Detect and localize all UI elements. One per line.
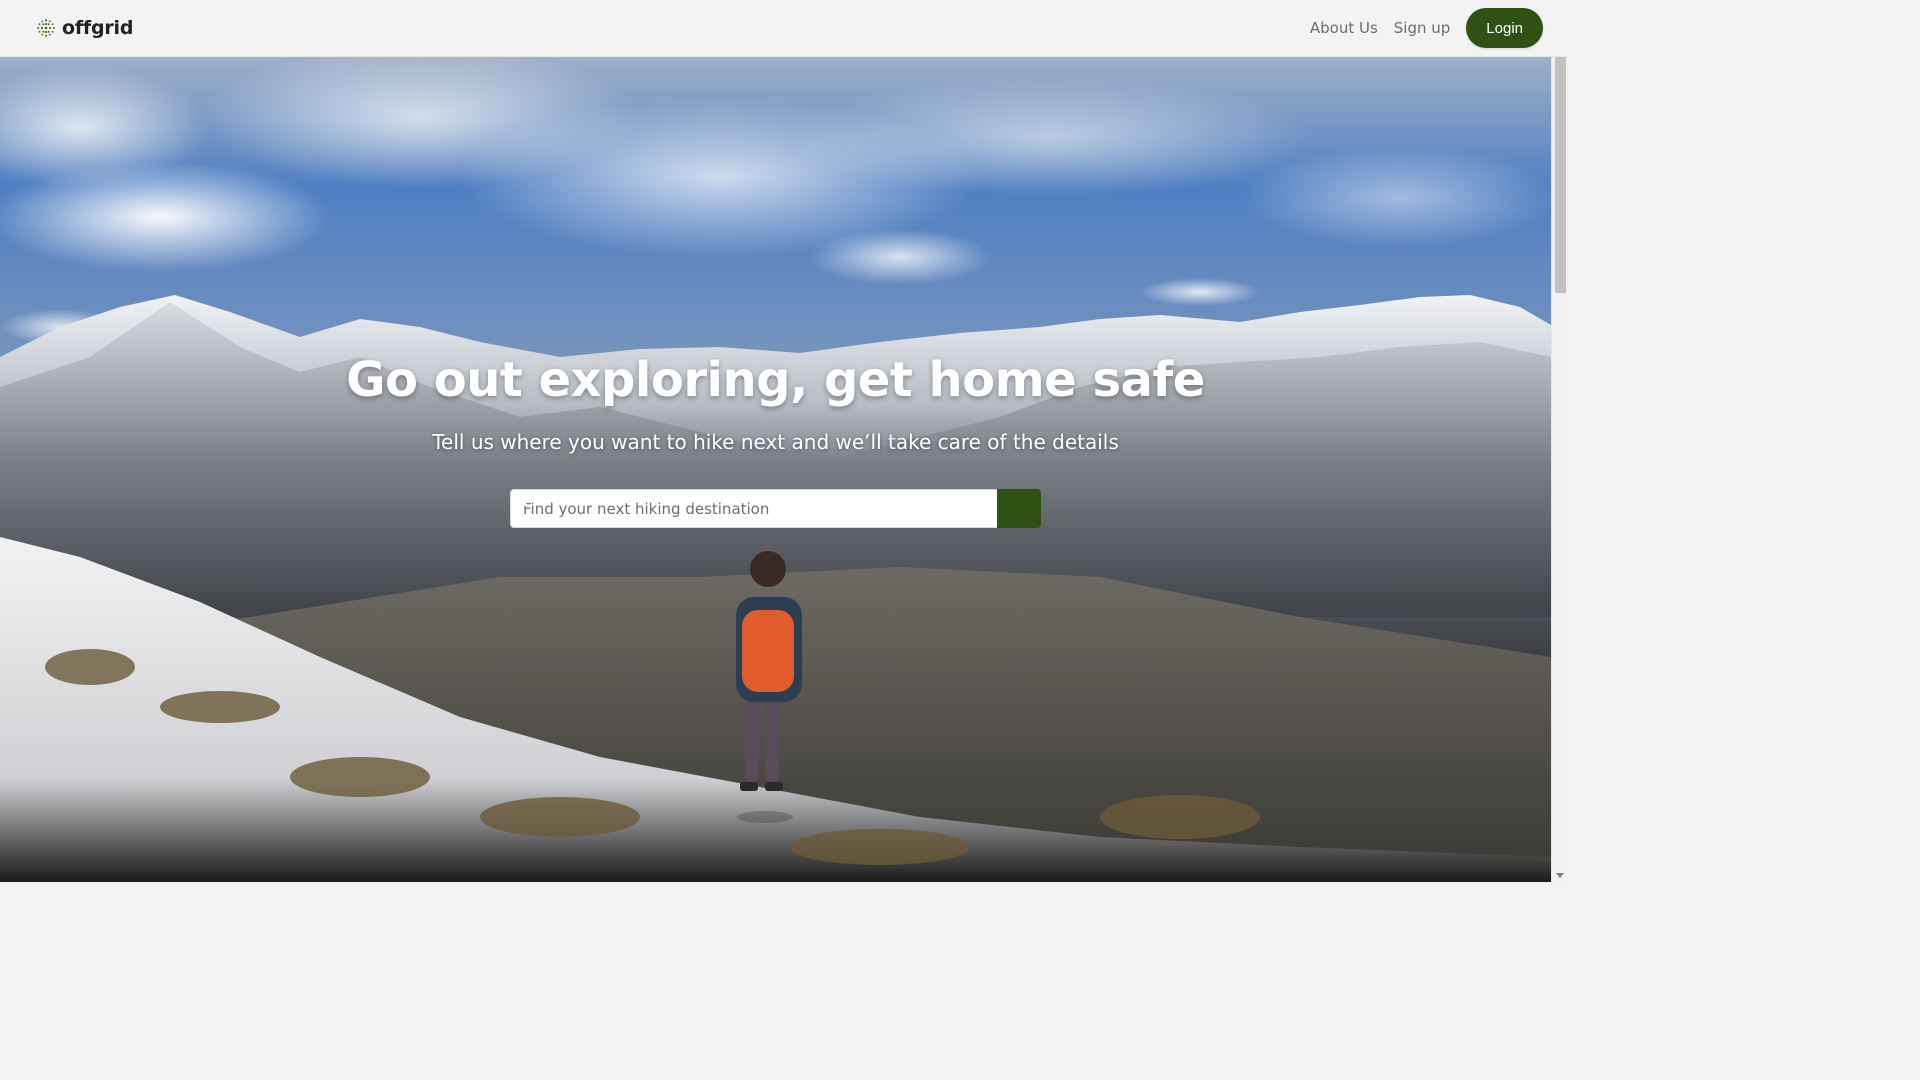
search-button[interactable] — [510, 489, 1041, 528]
brand-name: offgrid — [62, 17, 134, 39]
hero-title: Go out exploring, get home safe — [346, 352, 1205, 408]
nav-about-us-link[interactable]: About Us — [1310, 19, 1378, 37]
dotted-globe-icon — [37, 19, 55, 37]
top-navbar: offgrid About Us Sign up Login — [0, 0, 1568, 57]
scroll-down-arrow-icon[interactable] — [1556, 873, 1564, 878]
hero-section: Go out exploring, get home safe Tell us … — [0, 57, 1551, 882]
destination-search-form — [510, 489, 1041, 528]
hero-content: Go out exploring, get home safe Tell us … — [0, 352, 1551, 454]
scrollbar-thumb[interactable] — [1555, 57, 1566, 293]
nav-sign-up-link[interactable]: Sign up — [1394, 19, 1451, 37]
hero-subtitle: Tell us where you want to hike next and … — [432, 430, 1119, 454]
hero-background-image — [0, 57, 1551, 882]
nav-links: About Us Sign up Login — [1310, 8, 1543, 48]
destination-search-input[interactable] — [510, 489, 997, 528]
login-button[interactable]: Login — [1466, 8, 1543, 48]
search-icon — [510, 489, 528, 507]
brand-logo[interactable]: offgrid — [36, 17, 133, 39]
page-scrollbar[interactable] — [1551, 57, 1568, 882]
